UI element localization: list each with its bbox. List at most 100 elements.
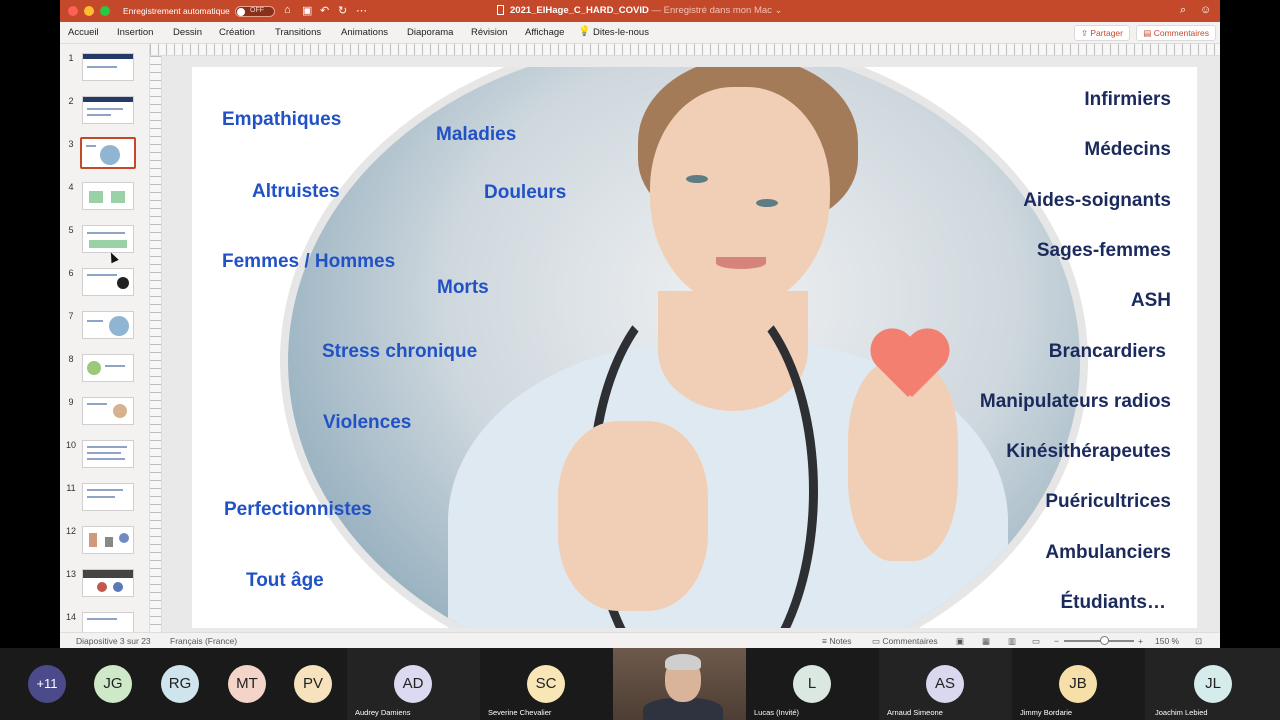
word-ambulanciers[interactable]: Ambulanciers bbox=[1045, 542, 1171, 564]
smiley-icon[interactable]: ☺ bbox=[1200, 4, 1211, 16]
zoom-in-icon[interactable]: + bbox=[1138, 636, 1143, 646]
save-icon[interactable]: ▣ bbox=[302, 4, 312, 17]
comments-button[interactable]: ▤ Commentaires bbox=[1136, 25, 1216, 41]
word-sages-femmes[interactable]: Sages-femmes bbox=[1037, 240, 1171, 262]
notes-button[interactable]: ≡ Notes bbox=[822, 636, 852, 646]
zoom-slider-knob[interactable] bbox=[1100, 636, 1109, 645]
search-icon[interactable]: ⌕ bbox=[1180, 4, 1186, 17]
word-ash[interactable]: ASH bbox=[1131, 290, 1171, 312]
slide-thumbnail-9[interactable] bbox=[82, 397, 134, 425]
word-maladies[interactable]: Maladies bbox=[436, 124, 516, 146]
close-window-button[interactable] bbox=[68, 6, 78, 16]
slide-thumbnail-11[interactable] bbox=[82, 483, 134, 511]
home-icon[interactable]: ⌂ bbox=[284, 4, 291, 16]
reading-view-icon[interactable]: ▥ bbox=[1008, 636, 1016, 647]
word-manipulateurs-radios[interactable]: Manipulateurs radios bbox=[980, 391, 1171, 413]
comments-pane-button[interactable]: ▭ Commentaires bbox=[872, 636, 938, 647]
word-empathiques[interactable]: Empathiques bbox=[222, 109, 341, 131]
slide-thumbnail-3[interactable] bbox=[80, 137, 136, 169]
word-altruistes[interactable]: Altruistes bbox=[252, 181, 340, 203]
tab-diaporama[interactable]: Diaporama bbox=[407, 27, 453, 38]
slide-thumbnail-13[interactable] bbox=[82, 569, 134, 597]
word-brancardiers[interactable]: Brancardiers bbox=[1049, 341, 1166, 363]
participant-avatar[interactable]: MT bbox=[228, 665, 266, 703]
participant-tile[interactable]: SC Severine Chevalier bbox=[480, 648, 613, 720]
slide-thumbnail-4[interactable] bbox=[82, 182, 134, 210]
tab-dessin[interactable]: Dessin bbox=[173, 27, 202, 38]
slide-thumbnail-8[interactable] bbox=[82, 354, 134, 382]
participant-tile[interactable]: JL Joachim Lebied bbox=[1145, 648, 1280, 720]
status-bar: Diapositive 3 sur 23 Français (France) ≡… bbox=[60, 632, 1220, 648]
slide-thumbnail-pane[interactable]: 1 2 3 4 5 6 7 8 9 10 11 12 13 14 bbox=[60, 44, 150, 632]
slide-sorter-icon[interactable]: ▦ bbox=[982, 636, 990, 647]
word-femmes-hommes[interactable]: Femmes / Hommes bbox=[222, 251, 395, 273]
lightbulb-icon: 💡 bbox=[578, 26, 591, 37]
thumb-photo bbox=[97, 582, 107, 592]
word-douleurs[interactable]: Douleurs bbox=[484, 182, 566, 204]
tab-affichage[interactable]: Affichage bbox=[525, 27, 564, 38]
slide-thumbnail-5[interactable] bbox=[82, 225, 134, 253]
word-aides-soignants[interactable]: Aides-soignants bbox=[1023, 190, 1171, 212]
slide-thumbnail-10[interactable] bbox=[82, 440, 134, 468]
autosave-toggle[interactable]: OFF bbox=[235, 6, 275, 17]
thumb-line bbox=[87, 452, 121, 454]
word-kinesitherapeutes[interactable]: Kinésithérapeutes bbox=[1006, 441, 1171, 463]
slide-thumbnail-7[interactable] bbox=[82, 311, 134, 339]
thumb-line bbox=[87, 458, 125, 460]
word-violences[interactable]: Violences bbox=[323, 412, 411, 434]
participant-name: Audrey Damiens bbox=[355, 708, 411, 717]
word-perfectionnistes[interactable]: Perfectionnistes bbox=[224, 499, 372, 521]
thumb-number: 14 bbox=[65, 612, 76, 622]
current-slide[interactable]: Empathiques Maladies Altruistes Douleurs… bbox=[192, 67, 1197, 628]
word-puericultrices[interactable]: Puéricultrices bbox=[1045, 491, 1171, 513]
participant-tile[interactable]: AS Arnaud Simeone bbox=[879, 648, 1012, 720]
zoom-out-icon[interactable]: − bbox=[1054, 636, 1059, 646]
word-medecins[interactable]: Médecins bbox=[1084, 139, 1171, 161]
word-morts[interactable]: Morts bbox=[437, 277, 489, 299]
minimize-window-button[interactable] bbox=[84, 6, 94, 16]
participant-tile[interactable]: JB Jimmy Bordarie bbox=[1012, 648, 1145, 720]
tab-insertion[interactable]: Insertion bbox=[117, 27, 153, 38]
tab-animations[interactable]: Animations bbox=[341, 27, 388, 38]
more-icon[interactable]: ⋯ bbox=[356, 4, 367, 17]
redo-icon[interactable]: ↻ bbox=[338, 4, 347, 17]
thumb-line bbox=[87, 489, 123, 491]
participant-tile[interactable]: L Lucas (Invité) bbox=[746, 648, 879, 720]
tab-revision[interactable]: Révision bbox=[471, 27, 507, 38]
participant-tile[interactable]: AD Audrey Damiens bbox=[347, 648, 480, 720]
word-tout-age[interactable]: Tout âge bbox=[246, 570, 324, 592]
normal-view-icon[interactable]: ▣ bbox=[956, 636, 964, 647]
language-indicator[interactable]: Français (France) bbox=[170, 636, 237, 646]
word-etudiants[interactable]: Étudiants… bbox=[1060, 592, 1166, 614]
fit-icon[interactable]: ⊡ bbox=[1195, 636, 1202, 647]
undo-icon[interactable]: ↶ bbox=[320, 4, 329, 17]
share-button[interactable]: ⇪ Partager bbox=[1073, 25, 1130, 41]
document-title: 2021_ElHage_C_HARD_COVID — Enregistré da… bbox=[510, 5, 783, 16]
slideshow-icon[interactable]: ▭ bbox=[1032, 636, 1040, 647]
slide-thumbnail-12[interactable] bbox=[82, 526, 134, 554]
tell-me-search[interactable]: Dites-le-nous bbox=[593, 27, 649, 38]
thumb-line bbox=[87, 232, 125, 234]
slide-thumbnail-6[interactable] bbox=[82, 268, 134, 296]
tab-transitions[interactable]: Transitions bbox=[275, 27, 321, 38]
participant-name: Joachim Lebied bbox=[1155, 708, 1208, 717]
participant-name: Severine Chevalier bbox=[488, 708, 552, 717]
word-infirmiers[interactable]: Infirmiers bbox=[1084, 89, 1171, 111]
participant-avatar[interactable]: PV bbox=[294, 665, 332, 703]
vertical-ruler bbox=[150, 56, 162, 632]
more-participants-button[interactable]: +11 bbox=[28, 665, 66, 703]
zoom-slider[interactable] bbox=[1064, 640, 1134, 642]
participant-avatar[interactable]: RG bbox=[161, 665, 199, 703]
tab-creation[interactable]: Création bbox=[219, 27, 255, 38]
zoom-window-button[interactable] bbox=[100, 6, 110, 16]
zoom-level[interactable]: 150 % bbox=[1155, 636, 1179, 646]
tab-accueil[interactable]: Accueil bbox=[68, 27, 99, 38]
thumb-line bbox=[87, 66, 117, 68]
slide-thumbnail-1[interactable] bbox=[82, 53, 134, 81]
slide-thumbnail-14[interactable] bbox=[82, 612, 134, 632]
word-stress-chronique[interactable]: Stress chronique bbox=[322, 341, 477, 363]
participant-avatar[interactable]: JG bbox=[94, 665, 132, 703]
thumb-number: 9 bbox=[68, 397, 74, 407]
slide-thumbnail-2[interactable] bbox=[82, 96, 134, 124]
active-speaker-video[interactable] bbox=[613, 648, 746, 720]
